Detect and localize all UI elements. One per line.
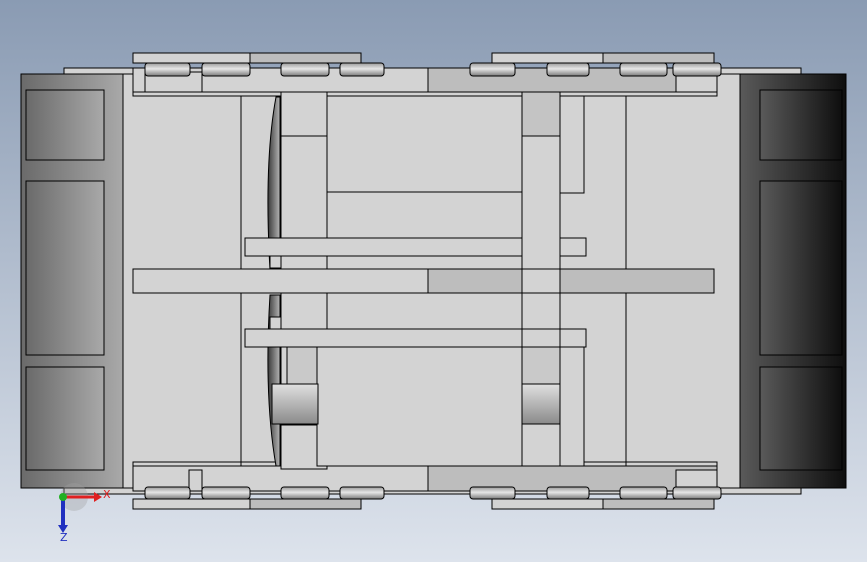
top-plate-right-shade <box>602 52 715 64</box>
right-track-pad-3 <box>759 366 843 471</box>
left-track-pad-1 <box>25 89 105 161</box>
left-column-cap-top <box>280 91 328 137</box>
top-plate-left <box>132 52 251 64</box>
bottom-plate-right <box>491 498 604 510</box>
top-plate-right <box>491 52 604 64</box>
z-axis-label: Z <box>60 531 68 544</box>
right-track-pad-2 <box>759 180 843 356</box>
left-step-upper <box>269 255 282 269</box>
bottom-rail-end-left <box>188 469 203 492</box>
central-axle-shade <box>427 268 715 294</box>
bottom-plate-left <box>132 498 251 510</box>
right-strut-lower <box>559 346 585 467</box>
right-track-pad-1 <box>759 89 843 161</box>
top-plate-left-shade <box>249 52 362 64</box>
right-strut-upper <box>559 95 585 194</box>
right-gear <box>521 383 561 425</box>
upper-housing <box>326 191 523 239</box>
right-column-mid <box>521 135 561 270</box>
left-step-lower <box>269 316 282 330</box>
cad-viewport[interactable]: X Z <box>0 0 867 562</box>
bottom-plate-right-shade <box>602 498 715 510</box>
left-gear-hub <box>286 346 318 385</box>
right-column-low <box>521 292 561 330</box>
left-track-pad-3 <box>25 366 105 471</box>
y-axis-dot <box>59 493 67 501</box>
lower-housing <box>316 346 523 467</box>
x-axis-label: X <box>103 488 111 501</box>
bottom-plate-left-shade <box>249 498 362 510</box>
left-track-pad-2 <box>25 180 105 356</box>
right-gear-top <box>521 346 561 385</box>
left-gear <box>271 383 319 425</box>
robot-model[interactable] <box>20 52 847 510</box>
right-column-cap-top <box>521 91 561 137</box>
top-rail-lip <box>132 91 718 97</box>
